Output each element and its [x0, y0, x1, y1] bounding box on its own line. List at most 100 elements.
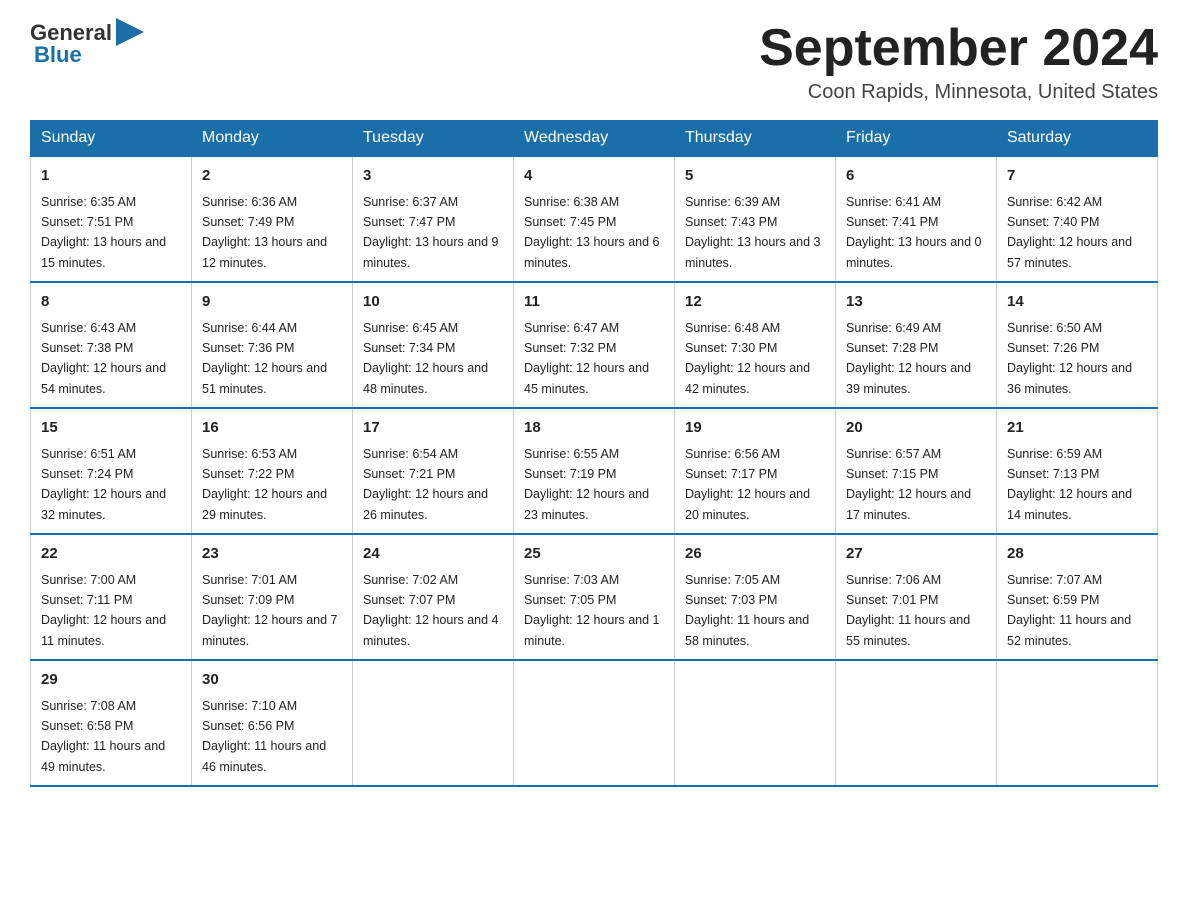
calendar-cell: 17 Sunrise: 6:54 AMSunset: 7:21 PMDaylig… — [353, 408, 514, 534]
calendar-cell: 29 Sunrise: 7:08 AMSunset: 6:58 PMDaylig… — [31, 660, 192, 786]
day-number: 19 — [685, 417, 825, 440]
day-info: Sunrise: 6:39 AMSunset: 7:43 PMDaylight:… — [685, 195, 821, 270]
day-info: Sunrise: 6:42 AMSunset: 7:40 PMDaylight:… — [1007, 195, 1132, 270]
calendar-cell: 11 Sunrise: 6:47 AMSunset: 7:32 PMDaylig… — [514, 282, 675, 408]
day-number: 30 — [202, 669, 342, 692]
day-number: 16 — [202, 417, 342, 440]
header-wednesday: Wednesday — [514, 121, 675, 157]
day-number: 29 — [41, 669, 181, 692]
day-number: 18 — [524, 417, 664, 440]
day-info: Sunrise: 7:05 AMSunset: 7:03 PMDaylight:… — [685, 573, 809, 648]
day-info: Sunrise: 7:03 AMSunset: 7:05 PMDaylight:… — [524, 573, 660, 648]
day-info: Sunrise: 6:56 AMSunset: 7:17 PMDaylight:… — [685, 447, 810, 522]
title-section: September 2024 Coon Rapids, Minnesota, U… — [759, 20, 1158, 104]
calendar-cell: 8 Sunrise: 6:43 AMSunset: 7:38 PMDayligh… — [31, 282, 192, 408]
calendar-cell: 26 Sunrise: 7:05 AMSunset: 7:03 PMDaylig… — [675, 534, 836, 660]
calendar-cell: 12 Sunrise: 6:48 AMSunset: 7:30 PMDaylig… — [675, 282, 836, 408]
calendar-cell: 30 Sunrise: 7:10 AMSunset: 6:56 PMDaylig… — [192, 660, 353, 786]
calendar-cell: 23 Sunrise: 7:01 AMSunset: 7:09 PMDaylig… — [192, 534, 353, 660]
calendar-week-4: 22 Sunrise: 7:00 AMSunset: 7:11 PMDaylig… — [31, 534, 1158, 660]
day-number: 26 — [685, 543, 825, 566]
day-number: 6 — [846, 165, 986, 188]
header-tuesday: Tuesday — [353, 121, 514, 157]
day-info: Sunrise: 6:55 AMSunset: 7:19 PMDaylight:… — [524, 447, 649, 522]
header-saturday: Saturday — [997, 121, 1158, 157]
calendar-cell: 14 Sunrise: 6:50 AMSunset: 7:26 PMDaylig… — [997, 282, 1158, 408]
calendar-cell: 25 Sunrise: 7:03 AMSunset: 7:05 PMDaylig… — [514, 534, 675, 660]
day-number: 3 — [363, 165, 503, 188]
day-number: 9 — [202, 291, 342, 314]
calendar-cell: 3 Sunrise: 6:37 AMSunset: 7:47 PMDayligh… — [353, 156, 514, 282]
day-number: 15 — [41, 417, 181, 440]
day-number: 21 — [1007, 417, 1147, 440]
day-number: 24 — [363, 543, 503, 566]
day-info: Sunrise: 6:38 AMSunset: 7:45 PMDaylight:… — [524, 195, 660, 270]
calendar-cell: 21 Sunrise: 6:59 AMSunset: 7:13 PMDaylig… — [997, 408, 1158, 534]
location-title: Coon Rapids, Minnesota, United States — [759, 81, 1158, 104]
day-info: Sunrise: 6:51 AMSunset: 7:24 PMDaylight:… — [41, 447, 166, 522]
day-number: 20 — [846, 417, 986, 440]
day-number: 28 — [1007, 543, 1147, 566]
day-info: Sunrise: 6:43 AMSunset: 7:38 PMDaylight:… — [41, 321, 166, 396]
calendar-cell — [675, 660, 836, 786]
calendar-cell: 28 Sunrise: 7:07 AMSunset: 6:59 PMDaylig… — [997, 534, 1158, 660]
day-number: 14 — [1007, 291, 1147, 314]
day-number: 11 — [524, 291, 664, 314]
calendar-cell: 22 Sunrise: 7:00 AMSunset: 7:11 PMDaylig… — [31, 534, 192, 660]
day-info: Sunrise: 6:53 AMSunset: 7:22 PMDaylight:… — [202, 447, 327, 522]
logo: General Blue — [30, 20, 144, 68]
day-info: Sunrise: 6:37 AMSunset: 7:47 PMDaylight:… — [363, 195, 499, 270]
day-info: Sunrise: 6:41 AMSunset: 7:41 PMDaylight:… — [846, 195, 982, 270]
day-number: 5 — [685, 165, 825, 188]
calendar-cell: 15 Sunrise: 6:51 AMSunset: 7:24 PMDaylig… — [31, 408, 192, 534]
header-sunday: Sunday — [31, 121, 192, 157]
calendar-cell: 5 Sunrise: 6:39 AMSunset: 7:43 PMDayligh… — [675, 156, 836, 282]
calendar-cell — [514, 660, 675, 786]
calendar-week-2: 8 Sunrise: 6:43 AMSunset: 7:38 PMDayligh… — [31, 282, 1158, 408]
day-number: 17 — [363, 417, 503, 440]
calendar-week-3: 15 Sunrise: 6:51 AMSunset: 7:24 PMDaylig… — [31, 408, 1158, 534]
calendar-table: Sunday Monday Tuesday Wednesday Thursday… — [30, 120, 1158, 787]
day-info: Sunrise: 6:36 AMSunset: 7:49 PMDaylight:… — [202, 195, 327, 270]
day-number: 4 — [524, 165, 664, 188]
header-monday: Monday — [192, 121, 353, 157]
day-info: Sunrise: 7:06 AMSunset: 7:01 PMDaylight:… — [846, 573, 970, 648]
logo-arrow-icon — [116, 18, 144, 46]
calendar-cell: 19 Sunrise: 6:56 AMSunset: 7:17 PMDaylig… — [675, 408, 836, 534]
logo-blue-text: Blue — [34, 42, 82, 67]
day-number: 22 — [41, 543, 181, 566]
calendar-cell — [353, 660, 514, 786]
day-info: Sunrise: 6:50 AMSunset: 7:26 PMDaylight:… — [1007, 321, 1132, 396]
calendar-cell: 13 Sunrise: 6:49 AMSunset: 7:28 PMDaylig… — [836, 282, 997, 408]
calendar-cell: 18 Sunrise: 6:55 AMSunset: 7:19 PMDaylig… — [514, 408, 675, 534]
day-number: 13 — [846, 291, 986, 314]
day-number: 25 — [524, 543, 664, 566]
day-info: Sunrise: 6:49 AMSunset: 7:28 PMDaylight:… — [846, 321, 971, 396]
calendar-cell: 16 Sunrise: 6:53 AMSunset: 7:22 PMDaylig… — [192, 408, 353, 534]
day-number: 10 — [363, 291, 503, 314]
day-number: 23 — [202, 543, 342, 566]
day-number: 2 — [202, 165, 342, 188]
calendar-header-row: Sunday Monday Tuesday Wednesday Thursday… — [31, 121, 1158, 157]
calendar-week-5: 29 Sunrise: 7:08 AMSunset: 6:58 PMDaylig… — [31, 660, 1158, 786]
calendar-cell: 6 Sunrise: 6:41 AMSunset: 7:41 PMDayligh… — [836, 156, 997, 282]
calendar-cell: 10 Sunrise: 6:45 AMSunset: 7:34 PMDaylig… — [353, 282, 514, 408]
day-info: Sunrise: 7:00 AMSunset: 7:11 PMDaylight:… — [41, 573, 166, 648]
day-number: 12 — [685, 291, 825, 314]
day-info: Sunrise: 7:08 AMSunset: 6:58 PMDaylight:… — [41, 699, 165, 774]
day-info: Sunrise: 7:02 AMSunset: 7:07 PMDaylight:… — [363, 573, 499, 648]
day-info: Sunrise: 6:47 AMSunset: 7:32 PMDaylight:… — [524, 321, 649, 396]
day-number: 1 — [41, 165, 181, 188]
day-info: Sunrise: 6:54 AMSunset: 7:21 PMDaylight:… — [363, 447, 488, 522]
day-number: 7 — [1007, 165, 1147, 188]
calendar-cell: 4 Sunrise: 6:38 AMSunset: 7:45 PMDayligh… — [514, 156, 675, 282]
calendar-cell: 2 Sunrise: 6:36 AMSunset: 7:49 PMDayligh… — [192, 156, 353, 282]
day-info: Sunrise: 7:10 AMSunset: 6:56 PMDaylight:… — [202, 699, 326, 774]
calendar-cell — [997, 660, 1158, 786]
day-info: Sunrise: 7:01 AMSunset: 7:09 PMDaylight:… — [202, 573, 338, 648]
day-info: Sunrise: 6:44 AMSunset: 7:36 PMDaylight:… — [202, 321, 327, 396]
month-title: September 2024 — [759, 20, 1158, 77]
day-number: 27 — [846, 543, 986, 566]
day-info: Sunrise: 7:07 AMSunset: 6:59 PMDaylight:… — [1007, 573, 1131, 648]
calendar-cell: 24 Sunrise: 7:02 AMSunset: 7:07 PMDaylig… — [353, 534, 514, 660]
